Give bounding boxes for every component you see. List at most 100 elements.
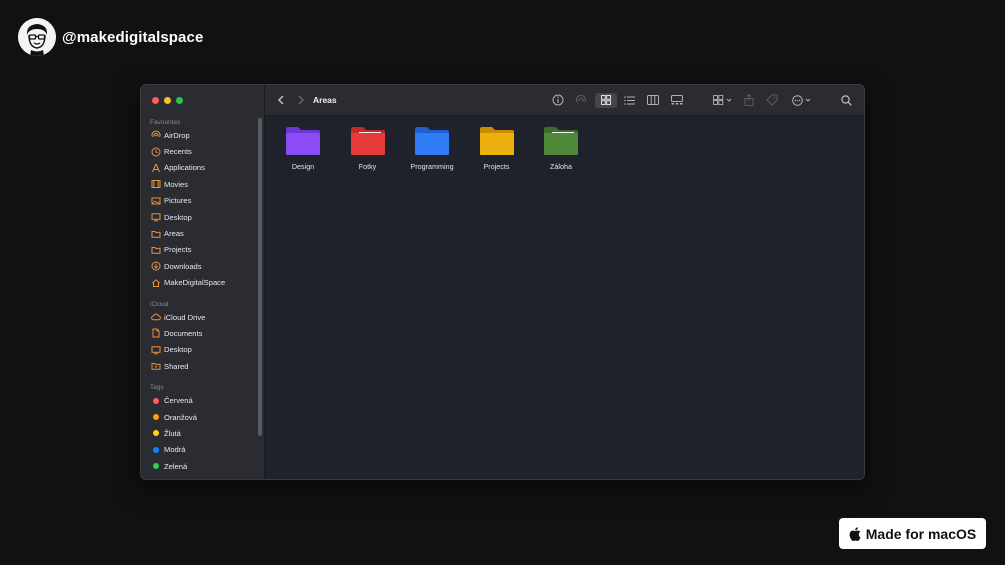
sidebar-item-label: Pictures — [164, 196, 192, 206]
avatar — [18, 18, 56, 56]
sidebar-item-label: Applications — [164, 163, 205, 173]
apple-logo-icon — [849, 526, 861, 541]
folder-programming[interactable]: Programming — [406, 126, 458, 171]
sidebar-item-label: Recents — [164, 147, 192, 157]
sidebar-section-favourites: Favourites — [150, 119, 181, 126]
sidebar-item-label: Červená — [164, 396, 193, 406]
zoom-button[interactable] — [176, 97, 183, 104]
window-controls — [152, 97, 183, 104]
sidebar-tag-cervena[interactable]: Červená — [141, 392, 256, 408]
sidebar-list: Favourites AirDrop Recents Applications Mov… — [141, 115, 256, 479]
sidebar-item-label: MakeDigitalSpace — [164, 278, 226, 288]
photo-icon — [150, 195, 161, 206]
folder-icon — [150, 228, 161, 239]
sidebar-item-areas[interactable]: Areas — [141, 225, 256, 241]
tag-color-icon — [150, 395, 161, 406]
sidebar-item-label: Downloads — [164, 261, 202, 271]
folder-design[interactable]: Design — [277, 126, 329, 171]
tag-button[interactable] — [764, 93, 780, 108]
group-grid-icon — [713, 95, 732, 105]
minimize-button[interactable] — [164, 97, 171, 104]
more-actions-button[interactable] — [790, 93, 814, 108]
sidebar-tag-zelena[interactable]: Zelená — [141, 458, 256, 474]
sidebar-item-projects[interactable]: Projects — [141, 242, 256, 258]
airdrop-button[interactable] — [573, 92, 589, 108]
sidebar-section-tags: Tags — [150, 384, 164, 392]
list-view-icon — [623, 95, 635, 105]
view-columns-button[interactable] — [645, 93, 661, 108]
info-icon — [552, 94, 564, 106]
sidebar-item-recents[interactable]: Recents — [141, 143, 256, 159]
back-button[interactable] — [275, 93, 287, 107]
info-button[interactable] — [550, 92, 566, 108]
sidebar-item-label: Žlutá — [164, 428, 181, 438]
sidebar-item-label: Modrá — [164, 445, 186, 455]
sidebar-item-makedigitalspace[interactable]: MakeDigitalSpace — [141, 275, 256, 291]
sidebar-item-icloud-icloud-drive[interactable]: iCloud Drive — [141, 309, 256, 325]
finder-window: Favourites AirDrop Recents Applications Mov… — [140, 84, 865, 480]
home-icon — [150, 277, 161, 288]
badge-label: Made for macOS — [865, 525, 977, 542]
sidebar-item-downloads[interactable]: Downloads — [141, 258, 256, 274]
sidebar-item-label: Zelená — [164, 461, 188, 471]
sidebar-item-movies[interactable]: Movies — [141, 176, 256, 192]
share-icon — [744, 94, 754, 106]
sidebar-item-label: Oranžová — [164, 412, 197, 422]
sidebar-tag-zluta[interactable]: Žlutá — [141, 425, 256, 441]
folder-projects[interactable]: Projects — [471, 126, 523, 171]
folder-fotky[interactable]: Fotky — [342, 126, 394, 171]
group-by-button[interactable] — [711, 93, 735, 108]
sidebar-scrollbar[interactable] — [258, 118, 262, 436]
close-button[interactable] — [152, 97, 159, 104]
folder-zaloha[interactable]: Záloha — [535, 126, 587, 171]
view-list-button[interactable] — [621, 93, 637, 108]
download-icon — [150, 261, 161, 272]
folder-label: Programming — [410, 162, 454, 171]
folder-label: Design — [291, 162, 315, 171]
sidebar-item-label: iCloud Drive — [164, 312, 206, 322]
sidebar-item-applications[interactable]: Applications — [141, 160, 256, 176]
tag-icon — [766, 94, 778, 106]
folder-label: Záloha — [550, 162, 572, 171]
forward-button[interactable] — [295, 93, 307, 107]
folder-icon — [479, 127, 514, 155]
sidebar-item-icloud-shared[interactable]: Shared — [141, 358, 256, 374]
share-button[interactable] — [741, 93, 757, 108]
sidebar-item-desktop[interactable]: Desktop — [141, 209, 256, 225]
sidebar-item-label: Documents — [164, 328, 203, 338]
sidebar-item-label: Desktop — [164, 212, 192, 222]
search-icon — [840, 94, 852, 106]
sidebar-item-icloud-documents[interactable]: Documents — [141, 325, 256, 341]
sidebar-item-label: AirDrop — [164, 130, 190, 140]
sidebar-item-icloud-desktop[interactable]: Desktop — [141, 342, 256, 358]
sidebar-item-label: Areas — [164, 229, 184, 239]
applications-icon — [150, 162, 161, 173]
desktop-icon — [150, 212, 161, 223]
folder-icon — [286, 127, 320, 155]
sidebar-item-label: Movies — [164, 179, 189, 189]
sidebar-item-pictures[interactable]: Pictures — [141, 193, 256, 209]
sidebar-section-icloud: iCloud — [150, 300, 169, 308]
view-gallery-button[interactable] — [669, 93, 685, 108]
shared-folder-icon — [150, 361, 161, 372]
tag-color-icon — [150, 428, 161, 439]
sidebar-tag-modra[interactable]: Modrá — [141, 442, 256, 458]
sidebar: Favourites AirDrop Recents Applications Mov… — [141, 85, 265, 479]
airdrop-icon — [575, 94, 587, 103]
folder-grid: Design Fotky Programming Projects Záloha — [265, 116, 864, 479]
desktop-icon — [150, 344, 161, 355]
columns-view-icon — [647, 95, 659, 105]
made-for-macos-badge: Made for macOS — [839, 518, 986, 549]
folder-icon — [415, 127, 449, 155]
sidebar-item-airdrop[interactable]: AirDrop — [141, 127, 256, 143]
sidebar-item-label: Shared — [164, 361, 189, 371]
sidebar-tag-oranzova[interactable]: Oranžová — [141, 409, 256, 425]
airdrop-icon — [150, 130, 161, 141]
gallery-view-icon — [671, 95, 683, 105]
chevron-left-icon — [278, 95, 284, 105]
grid-view-icon — [601, 95, 611, 105]
folder-icon — [150, 244, 161, 255]
view-icon-button[interactable] — [595, 92, 617, 108]
folder-label: Fotky — [358, 162, 377, 171]
search-button[interactable] — [838, 93, 854, 108]
